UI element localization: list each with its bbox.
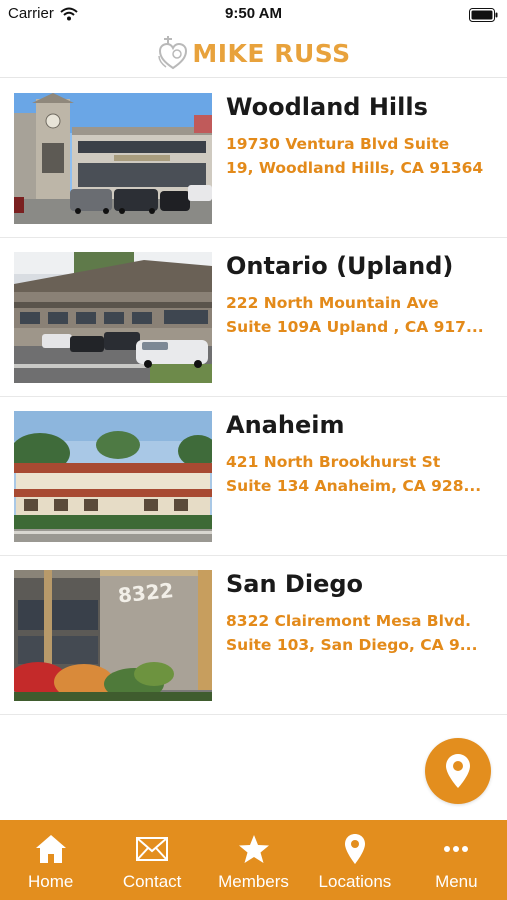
app-header: MIKE RUSS bbox=[0, 28, 507, 78]
location-photo-woodland-hills bbox=[14, 93, 212, 224]
status-bar: Carrier 9:50 AM bbox=[0, 0, 507, 28]
logo-mark-icon bbox=[158, 36, 188, 70]
tab-home[interactable]: Home bbox=[0, 820, 101, 900]
address-line-1: 8322 Clairemont Mesa Blvd. bbox=[226, 612, 472, 630]
location-row-woodland-hills[interactable]: Woodland Hills 19730 Ventura Blvd Suite … bbox=[0, 79, 507, 238]
map-pin-icon bbox=[446, 754, 470, 788]
map-pin-icon bbox=[344, 832, 366, 866]
address-line-1: 19730 Ventura Blvd Suite bbox=[226, 135, 450, 153]
location-photo-ontario-upland bbox=[14, 252, 212, 383]
map-view-button[interactable] bbox=[425, 738, 491, 804]
tab-label: Members bbox=[218, 872, 289, 891]
app-logo: MIKE RUSS bbox=[0, 33, 507, 73]
location-name: Ontario (Upland) bbox=[226, 252, 454, 280]
tab-contact[interactable]: Contact bbox=[101, 820, 202, 900]
address-line-1: 421 North Brookhurst St bbox=[226, 453, 441, 471]
tab-label: Locations bbox=[318, 872, 392, 891]
logo-text: MIKE RUSS bbox=[192, 38, 351, 68]
location-address: 8322 Clairemont Mesa Blvd. Suite 103, Sa… bbox=[226, 609, 494, 657]
tab-label: Menu bbox=[435, 872, 478, 891]
location-name: Anaheim bbox=[226, 411, 345, 439]
star-icon bbox=[238, 832, 270, 866]
address-line-2: 19, Woodland Hills, CA 91364 bbox=[226, 159, 484, 177]
address-line-2: Suite 103, San Diego, CA 9... bbox=[226, 636, 478, 654]
location-list: Woodland Hills 19730 Ventura Blvd Suite … bbox=[0, 79, 507, 715]
home-icon bbox=[35, 832, 67, 866]
location-photo-san-diego: 8322 bbox=[14, 570, 212, 701]
tab-label: Contact bbox=[122, 872, 182, 891]
tab-menu[interactable]: Menu bbox=[406, 820, 507, 900]
location-address: 19730 Ventura Blvd Suite 19, Woodland Hi… bbox=[226, 132, 494, 180]
tab-members[interactable]: Members bbox=[203, 820, 304, 900]
tab-locations[interactable]: Locations bbox=[304, 820, 405, 900]
status-time: 9:50 AM bbox=[225, 5, 282, 22]
envelope-icon bbox=[136, 832, 169, 866]
address-line-2: Suite 134 Anaheim, CA 928... bbox=[226, 477, 482, 495]
location-name: San Diego bbox=[226, 570, 364, 598]
battery-icon bbox=[469, 7, 499, 26]
more-dots-icon bbox=[443, 832, 469, 866]
location-name: Woodland Hills bbox=[226, 93, 428, 121]
location-address: 421 North Brookhurst St Suite 134 Anahei… bbox=[226, 450, 494, 498]
location-row-anaheim[interactable]: Anaheim 421 North Brookhurst St Suite 13… bbox=[0, 397, 507, 556]
address-line-1: 222 North Mountain Ave bbox=[226, 294, 439, 312]
location-address: 222 North Mountain Ave Suite 109A Upland… bbox=[226, 291, 494, 339]
location-row-san-diego[interactable]: 8322 San Diego 8322 Clairemont Mesa Blvd… bbox=[0, 556, 507, 715]
tab-label: Home bbox=[28, 872, 74, 891]
location-photo-anaheim bbox=[14, 411, 212, 542]
location-row-ontario-upland[interactable]: Ontario (Upland) 222 North Mountain Ave … bbox=[0, 238, 507, 397]
bottom-tab-bar: Home Contact Members Locations Menu bbox=[0, 820, 507, 900]
address-line-2: Suite 109A Upland , CA 917... bbox=[226, 318, 484, 336]
